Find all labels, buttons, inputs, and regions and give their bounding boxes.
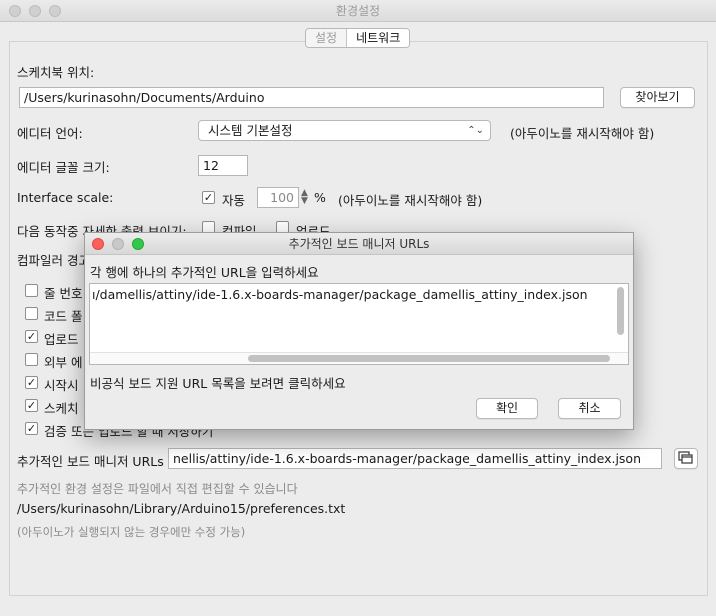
interface-scale-note: (아두이노를 재시작해야 함) xyxy=(338,193,483,208)
option-label: 코드 폴 xyxy=(44,309,83,324)
option-checkbox-sketch-extension[interactable]: ✓ xyxy=(25,399,38,412)
option-label: 줄 번호 xyxy=(44,286,83,301)
option-label: 외부 에 xyxy=(44,355,83,370)
option-label: 업로드 xyxy=(44,332,79,347)
close-window-button[interactable] xyxy=(9,5,21,17)
editor-language-note: (아두이노를 재시작해야 함) xyxy=(510,126,655,141)
vertical-scrollbar[interactable] xyxy=(617,287,624,335)
option-checkbox-check-updates[interactable]: ✓ xyxy=(25,376,38,389)
horizontal-scrollbar-track xyxy=(90,352,628,364)
chevron-updown-icon: ⌃⌄ xyxy=(467,125,484,136)
tab-bar: 설정 네트워크 xyxy=(305,28,411,48)
browse-button[interactable]: 찾아보기 xyxy=(620,87,695,108)
checkmark-icon: ✓ xyxy=(203,191,214,204)
sketchbook-label: 스케치북 위치: xyxy=(17,65,95,80)
more-preferences-text: 추가적인 환경 설정은 파일에서 직접 편집할 수 있습니다 xyxy=(17,482,298,496)
interface-scale-label: Interface scale: xyxy=(17,190,114,205)
interface-scale-field[interactable]: 100 xyxy=(257,187,299,208)
dialog-instruction: 각 행에 하나의 추가적인 URL을 입력하세요 xyxy=(90,265,319,280)
window-titlebar: 환경설정 xyxy=(0,0,716,22)
interface-scale-auto-checkbox[interactable]: ✓ xyxy=(202,191,215,204)
option-checkbox-save-on-verify[interactable]: ✓ xyxy=(25,422,38,435)
tab-settings[interactable]: 설정 xyxy=(306,29,348,47)
horizontal-scrollbar[interactable] xyxy=(248,355,610,362)
checkmark-icon: ✓ xyxy=(26,330,37,343)
boards-manager-label: 추가적인 보드 매니저 URLs xyxy=(17,454,164,469)
dialog-title: 추가적인 보드 매니저 URLs xyxy=(288,237,430,251)
editor-language-select[interactable]: 시스템 기본설정 ⌃⌄ xyxy=(198,120,491,141)
sketchbook-path-field[interactable]: /Users/kurinasohn/Documents/Arduino xyxy=(19,87,604,108)
ok-button[interactable]: 확인 xyxy=(476,398,538,419)
window-title: 환경설정 xyxy=(335,4,381,18)
interface-scale-auto-label: 자동 xyxy=(222,193,246,208)
interface-scale-unit: % xyxy=(314,190,326,205)
window-list-icon xyxy=(678,451,693,464)
preferences-file-path[interactable]: /Users/kurinasohn/Library/Arduino15/pref… xyxy=(17,501,345,516)
option-checkbox-line-numbers[interactable] xyxy=(25,284,38,297)
option-label: 시작시 xyxy=(44,378,79,393)
option-checkbox-code-folding[interactable] xyxy=(25,307,38,320)
open-url-list-button[interactable] xyxy=(674,448,698,469)
dialog-close-button[interactable] xyxy=(92,238,104,250)
minimize-window-button[interactable] xyxy=(29,5,41,17)
boards-manager-url-field[interactable]: nellis/attiny/ide-1.6.x-boards-manager/p… xyxy=(168,448,662,469)
cancel-button[interactable]: 취소 xyxy=(558,398,621,419)
font-size-field[interactable]: 12 xyxy=(198,155,248,176)
zoom-window-button[interactable] xyxy=(49,5,61,17)
compiler-warnings-label: 컴파일러 경고 xyxy=(17,253,90,268)
edit-note-text: (아두이노가 실행되지 않는 경우에만 수정 가능) xyxy=(17,525,246,539)
editor-language-label: 에디터 언어: xyxy=(17,126,83,141)
editor-language-value: 시스템 기본설정 xyxy=(208,123,293,138)
stepper-icon[interactable]: ▲ ▼ xyxy=(301,189,308,206)
dialog-minimize-button[interactable] xyxy=(112,238,124,250)
checkmark-icon: ✓ xyxy=(26,376,37,389)
url-line: ı/damellis/attiny/ide-1.6.x-boards-manag… xyxy=(92,287,588,302)
unofficial-boards-link[interactable]: 비공식 보드 지원 URL 목록을 보려면 클릭하세요 xyxy=(90,373,346,392)
option-label: 스케치 xyxy=(44,401,79,416)
tab-network[interactable]: 네트워크 xyxy=(347,29,410,47)
boards-manager-urls-dialog: 추가적인 보드 매니저 URLs 각 행에 하나의 추가적인 URL을 입력하세… xyxy=(84,232,634,430)
font-size-label: 에디터 글꼴 크기: xyxy=(17,160,110,175)
option-checkbox-upload-verify[interactable]: ✓ xyxy=(25,330,38,343)
dialog-titlebar: 추가적인 보드 매니저 URLs xyxy=(85,233,633,255)
option-checkbox-external-editor[interactable] xyxy=(25,353,38,366)
checkmark-icon: ✓ xyxy=(26,399,37,412)
urls-textarea[interactable]: ı/damellis/attiny/ide-1.6.x-boards-manag… xyxy=(89,283,629,365)
checkmark-icon: ✓ xyxy=(26,422,37,435)
dialog-zoom-button[interactable] xyxy=(132,238,144,250)
